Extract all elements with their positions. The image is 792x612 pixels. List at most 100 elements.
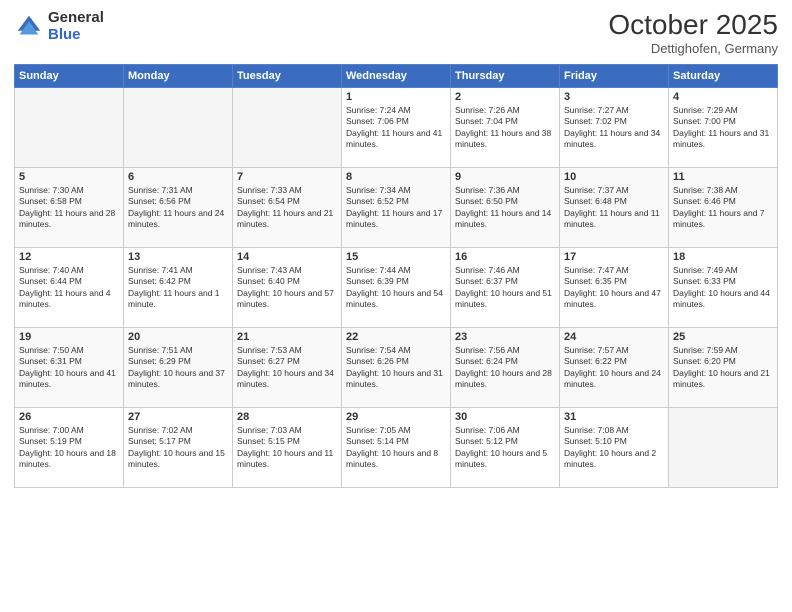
day-number: 2 — [455, 91, 555, 103]
calendar-header-row: Sunday Monday Tuesday Wednesday Thursday… — [15, 64, 778, 87]
day-number: 31 — [564, 411, 664, 423]
day-info: Sunrise: 7:24 AM Sunset: 7:06 PM Dayligh… — [346, 105, 446, 151]
col-saturday: Saturday — [669, 64, 778, 87]
logo-icon — [14, 12, 44, 42]
day-info: Sunrise: 7:53 AM Sunset: 6:27 PM Dayligh… — [237, 345, 337, 391]
day-number: 6 — [128, 171, 228, 183]
col-wednesday: Wednesday — [342, 64, 451, 87]
day-info: Sunrise: 7:57 AM Sunset: 6:22 PM Dayligh… — [564, 345, 664, 391]
day-info: Sunrise: 7:43 AM Sunset: 6:40 PM Dayligh… — [237, 265, 337, 311]
logo-text: General Blue — [48, 10, 104, 43]
col-monday: Monday — [124, 64, 233, 87]
calendar-cell-w4-d0: 26 Sunrise: 7:00 AM Sunset: 5:19 PM Dayli… — [15, 407, 124, 487]
location-subtitle: Dettighofen, Germany — [608, 41, 778, 56]
day-number: 8 — [346, 171, 446, 183]
calendar-cell-w0-d6: 4 Sunrise: 7:29 AM Sunset: 7:00 PM Daylig… — [669, 87, 778, 167]
day-number: 9 — [455, 171, 555, 183]
calendar-cell-w0-d5: 3Sunrise: 7:27 AM Sunset: 7:02 PM Daylig… — [560, 87, 669, 167]
calendar-cell-w4-d4: 30Sunrise: 7:06 AM Sunset: 5:12 PM Dayli… — [451, 407, 560, 487]
header: General Blue October 2025 Dettighofen, G… — [14, 10, 778, 56]
day-number: 18 — [673, 251, 773, 263]
calendar-cell-w3-d6: 25 Sunrise: 7:59 AM Sunset: 6:20 PM Dayli… — [669, 327, 778, 407]
day-number: 20 — [128, 331, 228, 343]
calendar-cell-w1-d5: 10 Sunrise: 7:37 AM Sunset: 6:48 PM Dayli… — [560, 167, 669, 247]
logo-general-text: General — [48, 10, 104, 27]
calendar-cell-w1-d6: 11 Sunrise: 7:38 AM Sunset: 6:46 PM Dayli… — [669, 167, 778, 247]
calendar-cell-w4-d3: 29 Sunrise: 7:05 AM Sunset: 5:14 PM Dayli… — [342, 407, 451, 487]
calendar-cell-w1-d1: 6Sunrise: 7:31 AM Sunset: 6:56 PM Daylig… — [124, 167, 233, 247]
day-info: Sunrise: 7:33 AM Sunset: 6:54 PM Dayligh… — [237, 185, 337, 231]
calendar-cell-w3-d3: 22 Sunrise: 7:54 AM Sunset: 6:26 PM Dayli… — [342, 327, 451, 407]
day-number: 11 — [673, 171, 773, 183]
day-number: 30 — [455, 411, 555, 423]
day-info: Sunrise: 7:00 AM Sunset: 5:19 PM Dayligh… — [19, 425, 119, 471]
calendar-cell-w3-d1: 20 Sunrise: 7:51 AM Sunset: 6:29 PM Dayli… — [124, 327, 233, 407]
day-number: 17 — [564, 251, 664, 263]
calendar-cell-w0-d4: 2 Sunrise: 7:26 AM Sunset: 7:04 PM Daylig… — [451, 87, 560, 167]
calendar-cell-w2-d3: 15Sunrise: 7:44 AM Sunset: 6:39 PM Dayli… — [342, 247, 451, 327]
day-info: Sunrise: 7:29 AM Sunset: 7:00 PM Dayligh… — [673, 105, 773, 151]
page: General Blue October 2025 Dettighofen, G… — [0, 0, 792, 612]
calendar-cell-w0-d1 — [124, 87, 233, 167]
day-number: 22 — [346, 331, 446, 343]
day-info: Sunrise: 7:50 AM Sunset: 6:31 PM Dayligh… — [19, 345, 119, 391]
day-number: 19 — [19, 331, 119, 343]
day-number: 25 — [673, 331, 773, 343]
col-sunday: Sunday — [15, 64, 124, 87]
day-info: Sunrise: 7:05 AM Sunset: 5:14 PM Dayligh… — [346, 425, 446, 471]
day-info: Sunrise: 7:38 AM Sunset: 6:46 PM Dayligh… — [673, 185, 773, 231]
calendar-cell-w3-d4: 23Sunrise: 7:56 AM Sunset: 6:24 PM Dayli… — [451, 327, 560, 407]
day-info: Sunrise: 7:03 AM Sunset: 5:15 PM Dayligh… — [237, 425, 337, 471]
calendar-cell-w1-d4: 9Sunrise: 7:36 AM Sunset: 6:50 PM Daylig… — [451, 167, 560, 247]
day-info: Sunrise: 7:46 AM Sunset: 6:37 PM Dayligh… — [455, 265, 555, 311]
calendar-cell-w4-d5: 31 Sunrise: 7:08 AM Sunset: 5:10 PM Dayli… — [560, 407, 669, 487]
calendar-cell-w0-d0 — [15, 87, 124, 167]
day-number: 3 — [564, 91, 664, 103]
day-number: 1 — [346, 91, 446, 103]
day-number: 14 — [237, 251, 337, 263]
calendar-cell-w2-d0: 12Sunrise: 7:40 AM Sunset: 6:44 PM Dayli… — [15, 247, 124, 327]
day-info: Sunrise: 7:08 AM Sunset: 5:10 PM Dayligh… — [564, 425, 664, 471]
day-info: Sunrise: 7:51 AM Sunset: 6:29 PM Dayligh… — [128, 345, 228, 391]
logo: General Blue — [14, 10, 104, 43]
day-info: Sunrise: 7:56 AM Sunset: 6:24 PM Dayligh… — [455, 345, 555, 391]
day-info: Sunrise: 7:37 AM Sunset: 6:48 PM Dayligh… — [564, 185, 664, 231]
calendar-cell-w3-d2: 21 Sunrise: 7:53 AM Sunset: 6:27 PM Dayli… — [233, 327, 342, 407]
day-info: Sunrise: 7:54 AM Sunset: 6:26 PM Dayligh… — [346, 345, 446, 391]
day-number: 21 — [237, 331, 337, 343]
day-info: Sunrise: 7:47 AM Sunset: 6:35 PM Dayligh… — [564, 265, 664, 311]
day-number: 10 — [564, 171, 664, 183]
day-info: Sunrise: 7:26 AM Sunset: 7:04 PM Dayligh… — [455, 105, 555, 151]
calendar-cell-w2-d5: 17 Sunrise: 7:47 AM Sunset: 6:35 PM Dayli… — [560, 247, 669, 327]
day-info: Sunrise: 7:44 AM Sunset: 6:39 PM Dayligh… — [346, 265, 446, 311]
day-number: 5 — [19, 171, 119, 183]
day-number: 29 — [346, 411, 446, 423]
day-info: Sunrise: 7:02 AM Sunset: 5:17 PM Dayligh… — [128, 425, 228, 471]
day-number: 13 — [128, 251, 228, 263]
calendar-cell-w4-d6 — [669, 407, 778, 487]
calendar-cell-w0-d3: 1 Sunrise: 7:24 AM Sunset: 7:06 PM Daylig… — [342, 87, 451, 167]
calendar-table: Sunday Monday Tuesday Wednesday Thursday… — [14, 64, 778, 488]
calendar-cell-w0-d2 — [233, 87, 342, 167]
calendar-row-4: 26 Sunrise: 7:00 AM Sunset: 5:19 PM Dayli… — [15, 407, 778, 487]
calendar-cell-w1-d2: 7 Sunrise: 7:33 AM Sunset: 6:54 PM Daylig… — [233, 167, 342, 247]
calendar-row-1: 5Sunrise: 7:30 AM Sunset: 6:58 PM Daylig… — [15, 167, 778, 247]
calendar-cell-w4-d2: 28 Sunrise: 7:03 AM Sunset: 5:15 PM Dayli… — [233, 407, 342, 487]
day-number: 24 — [564, 331, 664, 343]
calendar-cell-w1-d0: 5Sunrise: 7:30 AM Sunset: 6:58 PM Daylig… — [15, 167, 124, 247]
calendar-row-2: 12Sunrise: 7:40 AM Sunset: 6:44 PM Dayli… — [15, 247, 778, 327]
title-block: October 2025 Dettighofen, Germany — [608, 10, 778, 56]
day-info: Sunrise: 7:41 AM Sunset: 6:42 PM Dayligh… — [128, 265, 228, 311]
col-friday: Friday — [560, 64, 669, 87]
day-number: 28 — [237, 411, 337, 423]
day-number: 7 — [237, 171, 337, 183]
col-thursday: Thursday — [451, 64, 560, 87]
day-number: 26 — [19, 411, 119, 423]
day-info: Sunrise: 7:49 AM Sunset: 6:33 PM Dayligh… — [673, 265, 773, 311]
day-number: 4 — [673, 91, 773, 103]
month-title: October 2025 — [608, 10, 778, 41]
calendar-cell-w3-d5: 24 Sunrise: 7:57 AM Sunset: 6:22 PM Dayli… — [560, 327, 669, 407]
day-info: Sunrise: 7:59 AM Sunset: 6:20 PM Dayligh… — [673, 345, 773, 391]
calendar-cell-w3-d0: 19 Sunrise: 7:50 AM Sunset: 6:31 PM Dayli… — [15, 327, 124, 407]
calendar-cell-w2-d6: 18 Sunrise: 7:49 AM Sunset: 6:33 PM Dayli… — [669, 247, 778, 327]
